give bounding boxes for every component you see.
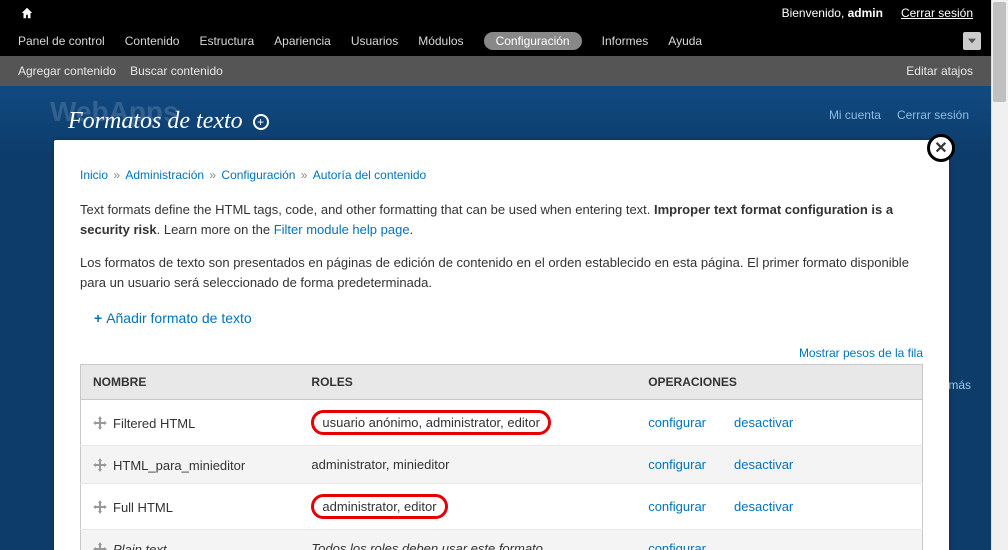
shortcut-add-content[interactable]: Agregar contenido (18, 64, 116, 78)
cell-name: Plain text (81, 530, 300, 550)
table-row: Full HTML administrator, editor configurar… (81, 484, 923, 530)
cell-operations: configurar (636, 530, 922, 550)
show-row-weights-link[interactable]: Mostrar pesos de la fila (80, 346, 923, 360)
breadcrumb-separator: » (206, 168, 219, 182)
format-name: Full HTML (113, 500, 173, 515)
menu-item-informes[interactable]: Informes (602, 34, 649, 48)
configurar-link[interactable]: configurar (648, 541, 706, 550)
close-icon: ✕ (934, 138, 947, 158)
table-row: HTML_para_minieditor administrator, minie… (81, 446, 923, 484)
formats-table: NOMBRE ROLES OPERACIONES Filtered HTML us… (80, 364, 923, 550)
configurar-link[interactable]: configurar (648, 499, 706, 514)
welcome-text: Bienvenido, admin (782, 6, 883, 20)
table-row: Plain text Todos los roles deben usar est… (81, 530, 923, 550)
menu-item-panel-de-control[interactable]: Panel de control (18, 34, 105, 48)
drag-handle-icon[interactable] (93, 458, 107, 472)
add-shortcut-icon[interactable]: + (253, 114, 269, 130)
menu-dropdown-handle[interactable] (963, 32, 981, 50)
logout-link[interactable]: Cerrar sesión (901, 6, 973, 20)
breadcrumb-separator: » (110, 168, 123, 182)
scrollbar-thumb[interactable] (993, 2, 1006, 102)
table-row: Filtered HTML usuario anónimo, administra… (81, 400, 923, 446)
format-name: Filtered HTML (113, 416, 195, 431)
breadcrumb-item[interactable]: Administración (125, 168, 204, 182)
desactivar-link[interactable]: desactivar (734, 415, 793, 430)
cell-roles: Todos los roles deben usar este formato. (299, 530, 636, 550)
cell-roles: administrator, minieditor (299, 446, 636, 484)
drag-handle-icon[interactable] (93, 416, 107, 430)
cell-name: Full HTML (81, 484, 300, 530)
page-title: Formatos de texto (68, 108, 243, 135)
cell-operations: configurar desactivar (636, 446, 922, 484)
overlay-panel: ✕ Inicio » Administración » Configuració… (54, 140, 949, 550)
cell-name: Filtered HTML (81, 400, 300, 446)
admin-menu: Panel de control Contenido Estructura Apari… (0, 26, 991, 56)
header-name: NOMBRE (81, 365, 300, 400)
add-text-format-link[interactable]: +Añadir formato de texto (94, 310, 252, 326)
format-name: HTML_para_minieditor (113, 458, 245, 473)
menu-item-módulos[interactable]: Módulos (418, 34, 463, 48)
roles-text: administrator, minieditor (311, 457, 449, 472)
shortcuts-bar: Agregar contenido Buscar contenido Edita… (0, 56, 991, 86)
roles-text: administrator, editor (311, 494, 447, 519)
desactivar-link[interactable]: desactivar (734, 457, 793, 472)
cell-name: HTML_para_minieditor (81, 446, 300, 484)
drag-handle-icon[interactable] (93, 500, 107, 514)
roles-text: Todos los roles deben usar este formato. (311, 541, 546, 550)
menu-item-apariencia[interactable]: Apariencia (274, 34, 331, 48)
menu-item-usuarios[interactable]: Usuarios (351, 34, 398, 48)
configurar-link[interactable]: configurar (648, 457, 706, 472)
home-icon[interactable] (20, 6, 34, 20)
breadcrumb-item[interactable]: Inicio (80, 168, 108, 182)
format-name: Plain text (113, 542, 166, 550)
menu-item-contenido[interactable]: Contenido (125, 34, 180, 48)
admin-toolbar: Bienvenido, admin Cerrar sesión Panel de… (0, 0, 991, 56)
menu-item-estructura[interactable]: Estructura (199, 34, 254, 48)
shortcut-edit[interactable]: Editar atajos (906, 64, 973, 78)
breadcrumb-separator: » (297, 168, 310, 182)
roles-text: usuario anónimo, administrator, editor (311, 410, 551, 435)
logout-link-2[interactable]: Cerrar sesión (897, 108, 969, 122)
scrollbar[interactable] (991, 0, 1008, 550)
cell-roles: usuario anónimo, administrator, editor (299, 400, 636, 446)
my-account-link[interactable]: Mi cuenta (829, 108, 881, 122)
drag-handle-icon[interactable] (93, 542, 107, 550)
cell-roles: administrator, editor (299, 484, 636, 530)
desactivar-link[interactable]: desactivar (734, 499, 793, 514)
cell-operations: configurar desactivar (636, 484, 922, 530)
toolbar-top-row: Bienvenido, admin Cerrar sesión (0, 0, 991, 26)
breadcrumb: Inicio » Administración » Configuración … (80, 168, 923, 182)
description-2: Los formatos de texto son presentados en… (80, 253, 923, 292)
breadcrumb-item[interactable]: Autoría del contenido (313, 168, 426, 182)
header-roles: ROLES (299, 365, 636, 400)
cell-operations: configurar desactivar (636, 400, 922, 446)
breadcrumb-item[interactable]: Configuración (221, 168, 295, 182)
configurar-link[interactable]: configurar (648, 415, 706, 430)
description-1: Text formats define the HTML tags, code,… (80, 200, 923, 239)
menu-item-configuración[interactable]: Configuración (484, 32, 582, 50)
close-overlay-button[interactable]: ✕ (927, 134, 955, 162)
header-operations: OPERACIONES (636, 365, 922, 400)
filter-help-link[interactable]: Filter module help page (274, 222, 410, 237)
shortcut-search-content[interactable]: Buscar contenido (130, 64, 223, 78)
menu-item-ayuda[interactable]: Ayuda (668, 34, 702, 48)
